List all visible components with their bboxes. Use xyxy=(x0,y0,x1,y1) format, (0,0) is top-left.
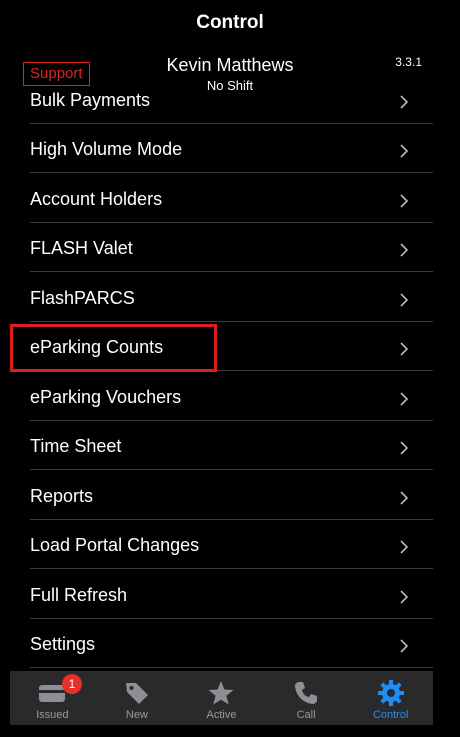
menu-item-settings[interactable]: Settings xyxy=(30,619,433,668)
menu-item-label: Full Refresh xyxy=(30,584,128,605)
app-version: 3.3.1 xyxy=(395,55,422,69)
menu-item-high-volume-mode[interactable]: High Volume Mode xyxy=(30,124,433,173)
menu-item-flash-valet[interactable]: FLASH Valet xyxy=(30,223,433,272)
menu-item-reports[interactable]: Reports xyxy=(30,470,433,520)
menu-item-label: Bulk Payments xyxy=(30,89,151,110)
menu-item-label: Time Sheet xyxy=(30,436,122,456)
menu-item-label: eParking Vouchers xyxy=(30,386,182,407)
menu-item-label: Settings xyxy=(30,634,96,654)
menu-item-label: Load Portal Changes xyxy=(30,535,200,555)
tab-new[interactable]: New xyxy=(95,671,180,725)
menu-item-time-sheet[interactable]: Time Sheet xyxy=(30,421,433,470)
chevron-right-icon xyxy=(399,639,409,653)
chevron-right-icon xyxy=(399,342,409,356)
menu-item-eparking-vouchers[interactable]: eParking Vouchers xyxy=(30,371,433,421)
chevron-right-icon xyxy=(399,292,409,307)
menu-item-flashparcs[interactable]: FlashPARCS xyxy=(30,272,433,322)
tab-issued[interactable]: 1 Issued xyxy=(10,671,95,725)
tab-call[interactable]: Call xyxy=(264,671,349,725)
menu-item-label: FlashPARCS xyxy=(30,287,135,308)
chevron-right-icon xyxy=(399,243,409,257)
chevron-right-icon xyxy=(399,94,409,109)
tab-bar: 1 Issued New Active Call Control xyxy=(10,671,433,725)
menu-item-load-portal-changes[interactable]: Load Portal Changes xyxy=(30,520,433,569)
tab-label: Control xyxy=(372,709,409,721)
chevron-right-icon xyxy=(399,144,409,158)
tag-icon xyxy=(124,679,150,707)
tab-label: Issued xyxy=(36,709,69,721)
menu-item-label: Account Holders xyxy=(30,188,163,209)
user-name: Kevin Matthews xyxy=(166,55,294,75)
notification-badge: 1 xyxy=(62,674,82,694)
tab-control[interactable]: Control xyxy=(348,671,433,725)
tab-label: Call xyxy=(296,709,316,721)
phone-icon xyxy=(293,679,319,707)
tab-label: Active xyxy=(206,709,237,721)
menu-item-label: High Volume Mode xyxy=(30,139,183,159)
chevron-right-icon xyxy=(399,589,409,604)
menu-item-full-refresh[interactable]: Full Refresh xyxy=(30,569,433,619)
chevron-right-icon xyxy=(399,391,409,406)
menu-item-account-holders[interactable]: Account Holders xyxy=(30,173,433,223)
menu-item-label: FLASH Valet xyxy=(30,238,133,258)
highlight-box xyxy=(10,324,217,372)
chevron-right-icon xyxy=(399,540,409,554)
chevron-right-icon xyxy=(399,490,409,505)
star-icon xyxy=(207,679,235,707)
tab-active[interactable]: Active xyxy=(179,671,264,725)
menu-item-label: Reports xyxy=(30,485,94,506)
gear-icon xyxy=(377,679,405,707)
chevron-right-icon xyxy=(399,441,409,455)
tab-label: New xyxy=(125,709,148,721)
chevron-right-icon xyxy=(399,193,409,208)
menu-item-bulk-payments[interactable]: Bulk Payments xyxy=(30,74,433,124)
